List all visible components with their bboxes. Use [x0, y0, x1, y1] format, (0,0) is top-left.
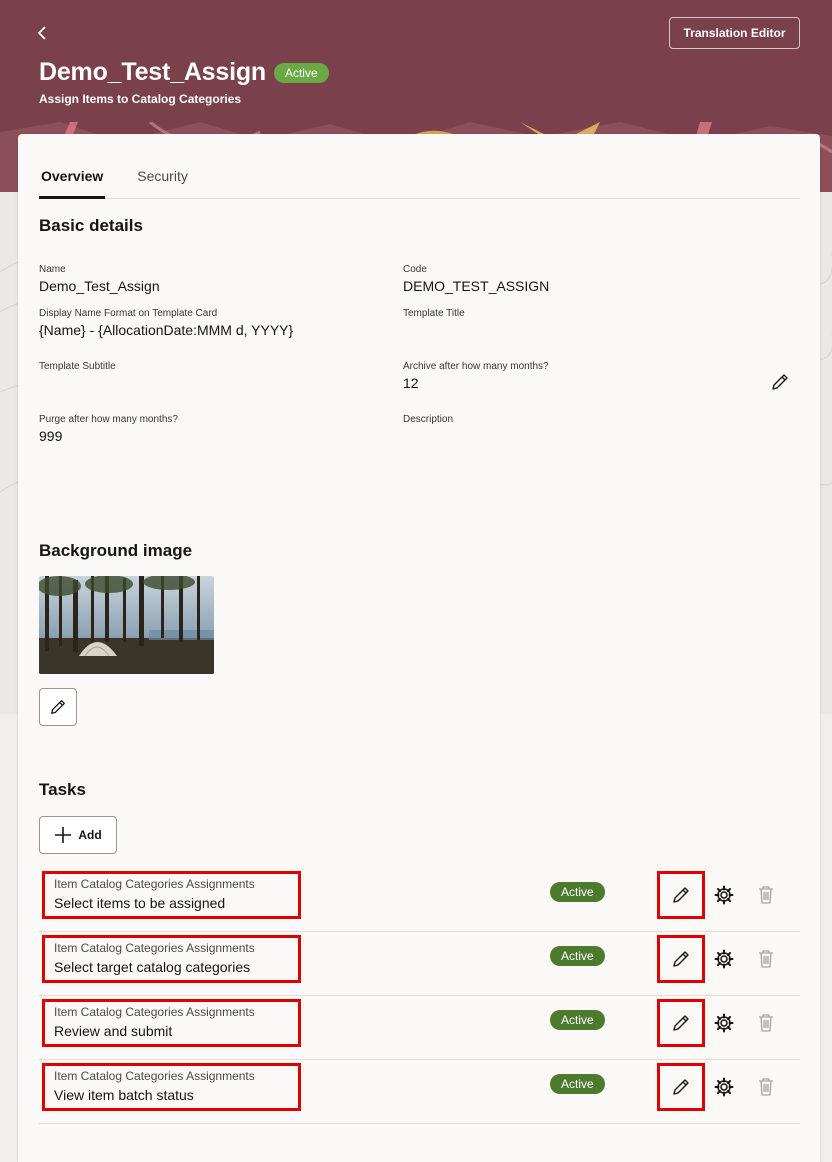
archive-months-field: Archive after how many months? 12 — [403, 361, 549, 391]
add-task-button[interactable]: Add — [39, 816, 117, 854]
page-title: Demo_Test_Assign — [39, 58, 266, 86]
task-label-box: Item Catalog Categories Assignments Revi… — [42, 999, 301, 1047]
pencil-icon — [51, 700, 65, 714]
field-value: DEMO_TEST_ASSIGN — [403, 278, 550, 294]
gear-icon — [714, 885, 734, 905]
pencil-icon — [772, 374, 788, 390]
task-row[interactable]: Item Catalog Categories Assignments Sele… — [39, 932, 800, 996]
task-row[interactable]: Item Catalog Categories Assignments Revi… — [39, 996, 800, 1060]
task-status-badge: Active — [550, 946, 605, 966]
edit-background-image-button[interactable] — [39, 688, 77, 726]
edit-basic-details-button[interactable] — [766, 368, 794, 396]
main-card: Overview Security Basic details Name Dem… — [18, 134, 820, 1162]
template-subtitle-field: Template Subtitle — [39, 361, 116, 375]
gear-icon — [714, 1077, 734, 1097]
task-name: Review and submit — [54, 1023, 173, 1039]
description-field: Description — [403, 414, 453, 428]
tasks-heading: Tasks — [39, 780, 86, 799]
task-settings-button[interactable] — [710, 1009, 738, 1037]
background-image-thumbnail — [39, 576, 214, 674]
field-label: Code — [403, 264, 427, 275]
task-status-badge: Active — [550, 882, 605, 902]
delete-task-button[interactable] — [752, 1073, 780, 1101]
task-category: Item Catalog Categories Assignments — [54, 941, 255, 955]
task-category: Item Catalog Categories Assignments — [54, 877, 255, 891]
tab-security[interactable]: Security — [135, 164, 190, 199]
field-label: Name — [39, 264, 66, 275]
task-label-box: Item Catalog Categories Assignments Sele… — [42, 871, 301, 919]
pencil-icon — [673, 951, 689, 967]
field-value: 999 — [39, 428, 63, 444]
display-name-format-field: Display Name Format on Template Card {Na… — [39, 308, 293, 338]
pencil-icon — [673, 1015, 689, 1031]
background-image-heading: Background image — [39, 541, 193, 560]
chevron-left-icon — [37, 26, 46, 40]
task-name: View item batch status — [54, 1087, 194, 1103]
status-badge: Active — [273, 62, 329, 83]
pencil-icon — [673, 887, 689, 903]
task-name: Select target catalog categories — [54, 959, 251, 975]
name-field: Name Demo_Test_Assign — [39, 264, 160, 294]
task-status-badge: Active — [550, 1074, 605, 1094]
task-category: Item Catalog Categories Assignments — [54, 1069, 255, 1083]
edit-task-button[interactable] — [657, 871, 705, 919]
forest-tent-image — [39, 576, 214, 674]
trash-icon — [759, 1078, 773, 1096]
task-label-box: Item Catalog Categories Assignments Sele… — [42, 935, 301, 983]
field-value: {Name} - {AllocationDate:MMM d, YYYY} — [39, 322, 294, 338]
task-settings-button[interactable] — [710, 945, 738, 973]
translation-editor-button[interactable]: Translation Editor — [669, 17, 800, 49]
task-label-box: Item Catalog Categories Assignments View… — [42, 1063, 301, 1111]
basic-details-heading: Basic details — [39, 216, 143, 235]
field-value: Demo_Test_Assign — [39, 278, 160, 294]
trash-icon — [759, 1014, 773, 1032]
field-value: 12 — [403, 375, 419, 391]
field-label: Purge after how many months? — [39, 414, 178, 425]
gear-icon — [714, 949, 734, 969]
task-name: Select items to be assigned — [54, 895, 226, 911]
purge-months-field: Purge after how many months? 999 — [39, 414, 178, 444]
delete-task-button[interactable] — [752, 881, 780, 909]
field-label: Display Name Format on Template Card — [39, 308, 218, 319]
add-task-label: Add — [78, 828, 102, 842]
plus-icon — [55, 827, 72, 843]
edit-task-button[interactable] — [657, 935, 705, 983]
field-label: Template Title — [403, 308, 465, 319]
task-settings-button[interactable] — [710, 881, 738, 909]
code-field: Code DEMO_TEST_ASSIGN — [403, 264, 549, 294]
pencil-icon — [673, 1079, 689, 1095]
delete-task-button[interactable] — [752, 1009, 780, 1037]
trash-icon — [759, 950, 773, 968]
page-subtitle: Assign Items to Catalog Categories — [39, 92, 242, 106]
field-label: Template Subtitle — [39, 361, 116, 372]
title-row: Demo_Test_Assign Active — [39, 58, 329, 87]
field-label: Description — [403, 414, 454, 425]
task-row[interactable]: Item Catalog Categories Assignments View… — [39, 1060, 800, 1124]
back-button[interactable] — [30, 20, 56, 46]
edit-task-button[interactable] — [657, 1063, 705, 1111]
tab-overview[interactable]: Overview — [39, 164, 106, 199]
gear-icon — [714, 1013, 734, 1033]
tab-bar: Overview Security — [39, 164, 800, 199]
edit-task-button[interactable] — [657, 999, 705, 1047]
task-row[interactable]: Item Catalog Categories Assignments Sele… — [39, 868, 800, 932]
trash-icon — [759, 886, 773, 904]
task-category: Item Catalog Categories Assignments — [54, 1005, 255, 1019]
template-title-field: Template Title — [403, 308, 465, 322]
task-settings-button[interactable] — [710, 1073, 738, 1101]
delete-task-button[interactable] — [752, 945, 780, 973]
field-label: Archive after how many months? — [403, 361, 549, 372]
task-status-badge: Active — [550, 1010, 605, 1030]
